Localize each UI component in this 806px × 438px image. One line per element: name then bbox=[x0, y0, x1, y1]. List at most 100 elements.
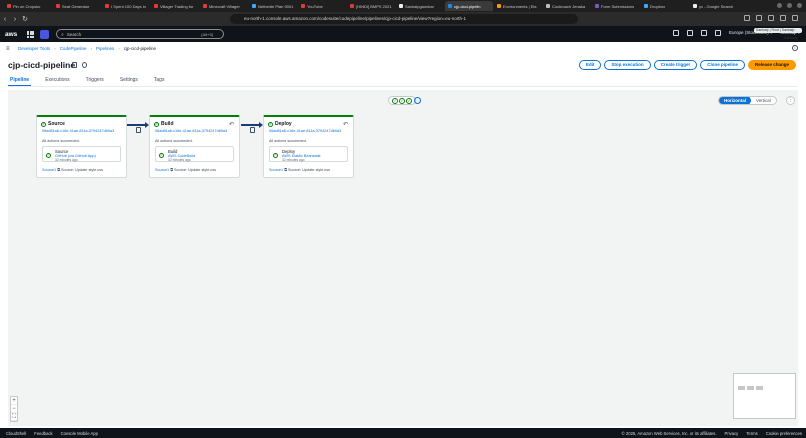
cloudshell-icon[interactable] bbox=[672, 30, 679, 36]
transition-lock-icon[interactable] bbox=[250, 127, 255, 133]
tab-pipeline[interactable]: Pipeline bbox=[8, 76, 32, 86]
browser-tab[interactable]: Cockroach Jenaka bbox=[543, 1, 591, 11]
minimize-icon[interactable] bbox=[777, 3, 782, 8]
edit-button[interactable]: Edit bbox=[578, 60, 602, 70]
browser-tab[interactable]: Netherite Plan 9001 bbox=[249, 1, 297, 11]
back-icon[interactable]: ‹ bbox=[0, 16, 10, 23]
tab-favicon-icon bbox=[105, 4, 109, 8]
services-menu-icon[interactable] bbox=[27, 30, 35, 38]
execution-status-group[interactable]: ✓ ✓ ✓ bbox=[388, 96, 416, 105]
amazon-q-icon[interactable] bbox=[40, 29, 50, 39]
action-timestamp: 32 minutes ago bbox=[55, 158, 78, 162]
layout-vertical-button[interactable]: Vertical bbox=[751, 97, 776, 104]
browser-tab[interactable]: yx - Google Search bbox=[690, 1, 738, 11]
mobile-app-link[interactable]: Console Mobile App bbox=[61, 431, 98, 436]
stop-execution-button[interactable]: Stop execution bbox=[604, 60, 651, 70]
close-icon[interactable] bbox=[797, 3, 802, 8]
info-circle-icon[interactable] bbox=[414, 97, 421, 104]
commit-id-link[interactable]: 06ad81a6-c16e-41ae-811a-3794247db9a3 bbox=[42, 129, 114, 133]
browser-tab[interactable]: Sankalpgaonkar bbox=[396, 1, 444, 11]
zoom-out-icon[interactable]: − bbox=[11, 405, 17, 413]
rollback-icon[interactable]: ↶ bbox=[229, 121, 234, 128]
extension-icon[interactable] bbox=[756, 15, 762, 21]
breadcrumb-link[interactable]: Pipelines bbox=[96, 46, 114, 51]
stage-transition-arrow bbox=[241, 122, 263, 128]
action-card[interactable]: ✓ Source GitHub (via GitHub App) 32 minu… bbox=[42, 146, 121, 162]
release-change-button[interactable]: Release change bbox=[747, 60, 796, 70]
chevron-right-icon: › bbox=[54, 46, 56, 51]
cloudshell-link[interactable]: CloudShell bbox=[6, 431, 26, 436]
commit-message: Source: Update style.css bbox=[61, 168, 103, 172]
tab-favicon-icon bbox=[154, 4, 158, 8]
browser-tab-active[interactable]: cjp-cicd-pipelin bbox=[445, 1, 493, 11]
copy-icon[interactable] bbox=[72, 62, 77, 68]
search-input[interactable]: ⌕ Search [Alt+S] bbox=[56, 29, 225, 39]
aws-logo[interactable]: aws bbox=[5, 31, 17, 38]
tab-settings[interactable]: Settings bbox=[118, 76, 140, 86]
browser-tab[interactable]: Pin on Cropsko bbox=[4, 1, 52, 11]
feedback-link[interactable]: Feedback bbox=[34, 431, 52, 436]
action-card[interactable]: ✓ Build AWS CodeBuild 32 minutes ago bbox=[155, 146, 234, 162]
minimap-node bbox=[756, 386, 763, 390]
stage-name: Deploy bbox=[275, 121, 292, 127]
browser-tab[interactable]: Minecraft Villager bbox=[200, 1, 248, 11]
tab-favicon-icon bbox=[497, 4, 501, 8]
tab-favicon-icon bbox=[56, 4, 60, 8]
cookie-preferences-link[interactable]: Cookie preferences bbox=[766, 431, 802, 436]
clone-pipeline-button[interactable]: Clone pipeline bbox=[700, 60, 745, 70]
reload-icon[interactable]: ↻ bbox=[20, 15, 30, 23]
tab-tags[interactable]: Tags bbox=[152, 76, 167, 86]
action-card[interactable]: ✓ Deploy AWS Elastic Beanstalk 32 minute… bbox=[269, 146, 348, 162]
breadcrumb-link[interactable]: Developer Tools bbox=[18, 46, 50, 51]
transition-lock-icon[interactable] bbox=[136, 127, 141, 133]
settings-gear-icon[interactable] bbox=[82, 62, 87, 68]
success-check-icon: ✓ bbox=[154, 121, 159, 127]
user-name: Sankalp bbox=[783, 35, 798, 40]
source-link[interactable]: Source1 bbox=[155, 168, 169, 172]
tab-triggers[interactable]: Triggers bbox=[84, 76, 106, 86]
browser-tab[interactable]: Seat Generator bbox=[53, 1, 101, 11]
fit-view-icon[interactable]: ⛶ bbox=[11, 413, 17, 421]
commit-id-link[interactable]: 06ad81a6-c16e-41ae-811a-3794247db9a3 bbox=[155, 129, 227, 133]
layout-horizontal-button[interactable]: Horizontal bbox=[719, 97, 751, 104]
more-options-icon[interactable]: ⋮ bbox=[786, 96, 795, 105]
settings-gear-icon[interactable] bbox=[714, 30, 721, 36]
browser-tab[interactable]: Dropbox bbox=[641, 1, 689, 11]
help-icon[interactable] bbox=[700, 30, 707, 36]
hamburger-menu-icon[interactable]: ≡ bbox=[6, 46, 12, 52]
notifications-bell-icon[interactable] bbox=[686, 30, 693, 36]
stage-name: Source bbox=[48, 121, 65, 127]
info-icon[interactable]: i bbox=[792, 45, 798, 51]
source-link[interactable]: Source1 bbox=[42, 168, 56, 172]
forward-icon[interactable]: › bbox=[10, 16, 20, 23]
stage-header: ✓ Build bbox=[154, 121, 174, 127]
browser-tab[interactable]: YouTube bbox=[298, 1, 346, 11]
browser-tab[interactable]: [HINDI] BMPS 2021 bbox=[347, 1, 395, 11]
extension-icon[interactable] bbox=[780, 15, 786, 21]
minimap[interactable] bbox=[733, 373, 796, 419]
browser-tab[interactable]: Villager Trading for bbox=[151, 1, 199, 11]
title-icons bbox=[72, 62, 87, 68]
stage-build: ✓ Build ↶ 06ad81a6-c16e-41ae-811a-379424… bbox=[149, 115, 240, 178]
terms-link[interactable]: Terms bbox=[746, 431, 757, 436]
source-link[interactable]: Source1 bbox=[269, 168, 283, 172]
extension-icon[interactable] bbox=[744, 15, 750, 21]
url-field[interactable]: eu-north-1.console.aws.amazon.com/codesu… bbox=[230, 14, 578, 24]
page-title: cjp-cicd-pipeline bbox=[8, 60, 76, 70]
commit-id-link[interactable]: 06ad81a6-c16e-41ae-811a-3794247db9a3 bbox=[269, 129, 341, 133]
stage-footer: Source1 ⧉ Source: Update style.css bbox=[269, 168, 330, 172]
browser-tab[interactable]: I Spent 100 Days in bbox=[102, 1, 150, 11]
privacy-link[interactable]: Privacy bbox=[725, 431, 739, 436]
tab-executions[interactable]: Executions bbox=[43, 76, 71, 86]
breadcrumb-link[interactable]: CodePipeline bbox=[60, 46, 87, 51]
extension-icon[interactable] bbox=[792, 15, 798, 21]
browser-tab[interactable]: Form Submissions bbox=[592, 1, 640, 11]
create-trigger-button[interactable]: Create trigger bbox=[653, 60, 698, 70]
stage-header: ✓ Source bbox=[41, 121, 65, 127]
browser-tab[interactable]: Environments | Ela bbox=[494, 1, 542, 11]
maximize-icon[interactable] bbox=[787, 3, 792, 8]
extension-icon[interactable] bbox=[768, 15, 774, 21]
zoom-in-icon[interactable]: + bbox=[11, 397, 17, 405]
aws-top-nav: aws ⌕ Search [Alt+S] Europe (Stockholm) … bbox=[0, 26, 806, 42]
rollback-icon[interactable]: ↶ bbox=[343, 121, 348, 128]
